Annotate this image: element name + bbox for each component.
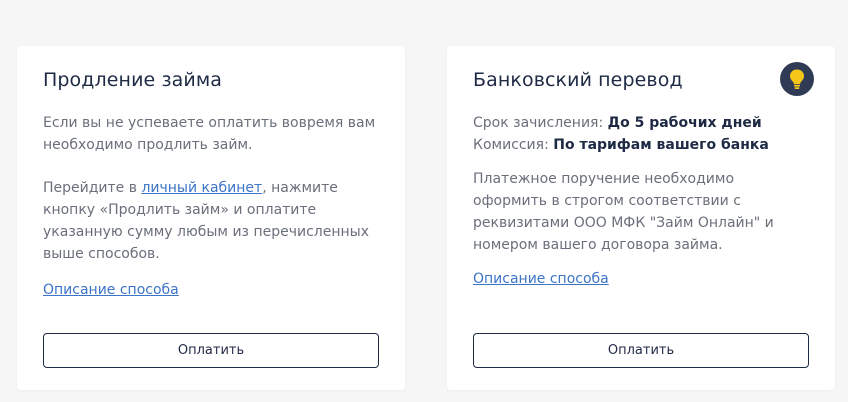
card-title: Продление займа xyxy=(43,69,223,91)
text-line: указанную сумму любым из перечисленных xyxy=(43,224,369,240)
transfer-description: Платежное поручение необходимо оформить … xyxy=(473,168,774,256)
pay-button[interactable]: Оплатить xyxy=(43,333,379,368)
text-line: необходимо продлить займ. xyxy=(43,137,253,153)
bank-transfer-card: Банковский перевод Срок зачисления: До 5… xyxy=(447,46,835,390)
intro-text: Если вы не успеваете оплатить вовремя ва… xyxy=(43,112,375,156)
lightbulb-icon[interactable] xyxy=(780,62,814,96)
text-line: выше способов. xyxy=(43,246,160,262)
instruction-suffix: , нажмите xyxy=(262,180,338,196)
method-description-link[interactable]: Описание способа xyxy=(43,279,179,301)
text-line: Перейдите в личный кабинет, нажмите xyxy=(43,177,369,199)
text-line: реквизитами ООО МФК "Займ Онлайн" и xyxy=(473,215,774,231)
term-value: До 5 рабочих дней xyxy=(607,115,762,131)
text-line: оформить в строгом соответствии с xyxy=(473,193,741,209)
text-line: кнопку «Продлить займ» и оплатите xyxy=(43,202,317,218)
fee-row: Комиссия: По тарифам вашего банка xyxy=(473,134,769,156)
personal-account-link[interactable]: личный кабинет xyxy=(141,180,262,196)
extension-card: Продление займа Если вы не успеваете опл… xyxy=(17,46,405,390)
method-description-link[interactable]: Описание способа xyxy=(473,268,609,290)
pay-button[interactable]: Оплатить xyxy=(473,333,809,368)
card-title: Банковский перевод xyxy=(473,69,683,91)
term-row: Срок зачисления: До 5 рабочих дней xyxy=(473,112,769,134)
fee-label: Комиссия: xyxy=(473,137,554,153)
instruction-text: Перейдите в личный кабинет, нажмите кноп… xyxy=(43,177,369,265)
lightbulb-icon-glyph xyxy=(790,69,804,89)
fee-value: По тарифам вашего банка xyxy=(553,137,769,153)
transfer-terms: Срок зачисления: До 5 рабочих дней Комис… xyxy=(473,112,769,156)
instruction-prefix: Перейдите в xyxy=(43,180,142,196)
text-line: номером вашего договора займа. xyxy=(473,237,723,253)
term-label: Срок зачисления: xyxy=(473,115,608,131)
text-line: Платежное поручение необходимо xyxy=(473,171,735,187)
text-line: Если вы не успеваете оплатить вовремя ва… xyxy=(43,115,376,131)
